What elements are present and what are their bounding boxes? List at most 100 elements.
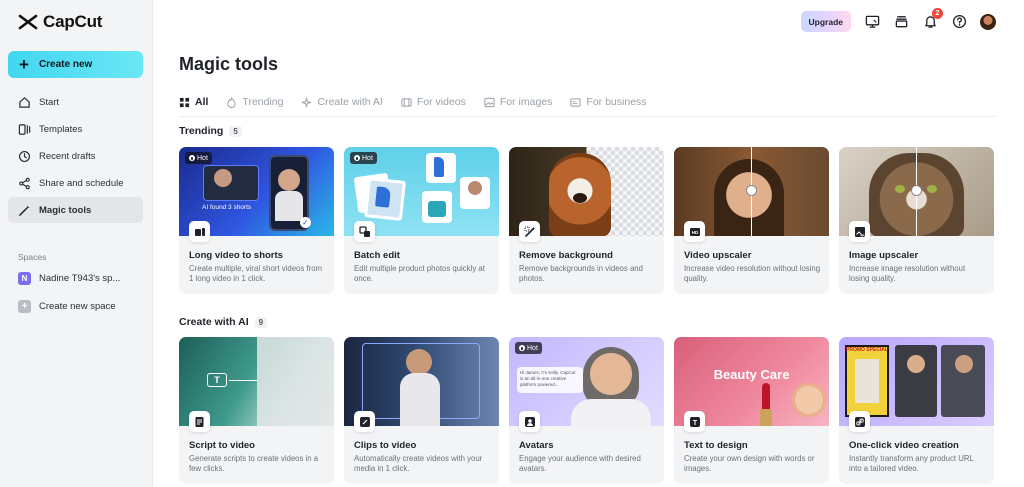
hot-label: Hot: [362, 154, 373, 162]
capcut-logo-icon: [18, 14, 38, 30]
text-cursor-icon: T: [207, 373, 227, 387]
space-label: Create new space: [39, 301, 116, 312]
script-icon: [189, 411, 210, 432]
tool-card-batch-edit[interactable]: Hot Batch edit Edit multiple product pho…: [344, 147, 499, 294]
sidebar-nav: Start Templates Recent drafts Share and …: [8, 89, 143, 224]
stack-icon[interactable]: [893, 14, 909, 30]
tool-card-one-click-video-creation[interactable]: PROMO SPECIAL One-click video creation I…: [839, 337, 994, 484]
tab-for-images[interactable]: For images: [484, 95, 552, 109]
film-icon: [401, 97, 412, 107]
brand-name: CapCut: [43, 12, 103, 31]
card-title: Remove background: [519, 250, 613, 261]
space-label: Nadine T943's sp...: [39, 273, 121, 284]
tool-card-video-upscaler[interactable]: HD Video upscaler Increase video resolut…: [674, 147, 829, 294]
image-icon: [484, 97, 495, 107]
monitor-icon[interactable]: [864, 14, 880, 30]
spaces-label: Spaces: [18, 252, 47, 262]
card-title: Text to design: [684, 440, 748, 451]
tool-card-text-to-design[interactable]: Beauty Care T Text to design Create your…: [674, 337, 829, 484]
flame-icon: [189, 155, 195, 161]
avatar-speech-bubble: Hi James, I'm Kelly. CapCut is an all-in…: [517, 367, 583, 393]
video-shorts-icon: [189, 221, 210, 242]
space-item-nadine[interactable]: N Nadine T943's sp...: [18, 272, 120, 285]
design-headline: Beauty Care: [713, 367, 790, 382]
card-description: Create multiple, viral short videos from…: [189, 264, 323, 283]
text-design-icon: T: [684, 411, 705, 432]
templates-icon: [18, 123, 31, 135]
svg-text:4K: 4K: [860, 233, 865, 237]
card-description: Engage your audience with desired avatar…: [519, 454, 641, 473]
sidebar-item-share-and-schedule[interactable]: Share and schedule: [8, 170, 143, 196]
tool-card-avatars[interactable]: Hi James, I'm Kelly. CapCut is an all-in…: [509, 337, 664, 484]
help-icon[interactable]: [951, 14, 967, 30]
sidebar-item-label: Magic tools: [39, 204, 92, 216]
flame-icon: [354, 155, 360, 161]
eraser-icon: [519, 221, 540, 242]
category-tabs: All Trending Create with AI For videos F…: [179, 95, 665, 109]
card-title: One-click video creation: [849, 440, 959, 451]
tab-label: For business: [586, 96, 647, 108]
capcut-logo[interactable]: CapCut: [18, 12, 102, 32]
sidebar-item-label: Templates: [39, 123, 83, 135]
tool-card-image-upscaler[interactable]: 4K Image upscaler Increase image resolut…: [839, 147, 994, 294]
section-title-create-with-ai: Create with AI 9: [179, 316, 268, 328]
create-new-button[interactable]: + Create new: [8, 51, 143, 78]
store-icon: [570, 97, 581, 107]
card-description: Generate scripts to create videos in a f…: [189, 454, 319, 473]
tool-card-clips-to-video[interactable]: Clips to video Automatically create vide…: [344, 337, 499, 484]
card-title: Script to video: [189, 440, 255, 451]
card-description: Create your own design with words or ima…: [684, 454, 815, 473]
flame-icon: [519, 345, 525, 351]
sidebar-item-start[interactable]: Start: [8, 89, 143, 115]
card-title: Avatars: [519, 440, 554, 451]
create-new-label: Create new: [38, 59, 93, 70]
card-description: Automatically create videos with your me…: [354, 454, 483, 473]
home-icon: [19, 96, 30, 108]
card-title: Image upscaler: [849, 250, 919, 261]
magic-wand-icon: [19, 204, 30, 216]
bell-icon[interactable]: 2: [922, 7, 943, 30]
create-with-ai-cards: T Script to video Generate scripts to cr…: [179, 337, 994, 484]
share-icon: [19, 177, 30, 189]
create-new-space-button[interactable]: + Create new space: [18, 300, 116, 313]
tab-label: For videos: [416, 96, 466, 108]
flame-icon: [227, 96, 237, 108]
grid-icon: [179, 97, 190, 107]
page-title: Magic tools: [179, 54, 279, 74]
notification-badge: 2: [932, 7, 943, 19]
tab-trending[interactable]: Trending: [226, 95, 283, 109]
tab-for-business[interactable]: For business: [570, 95, 647, 109]
avatar[interactable]: [980, 13, 996, 30]
tab-for-videos[interactable]: For videos: [401, 95, 466, 109]
hot-label: Hot: [197, 154, 208, 162]
section-title-trending: Trending 5: [179, 125, 242, 137]
tool-card-script-to-video[interactable]: T Script to video Generate scripts to cr…: [179, 337, 334, 484]
trending-cards: AI found 3 shorts ✓ Hot Long video to sh…: [179, 147, 994, 294]
tab-label: All: [195, 96, 209, 108]
tool-card-remove-background[interactable]: Remove background Remove backgrounds in …: [509, 147, 664, 294]
space-avatar: N: [18, 272, 31, 285]
sidebar-item-magic-tools[interactable]: Magic tools: [8, 197, 143, 223]
section-title-text: Trending: [179, 125, 224, 137]
tab-all[interactable]: All: [179, 95, 208, 109]
svg-text:HD: HD: [691, 230, 698, 235]
check-icon: ✓: [300, 217, 311, 228]
batch-edit-icon: [354, 221, 375, 242]
card-description: Instantly transform any product URL into…: [849, 454, 974, 473]
hot-badge: Hot: [350, 152, 377, 164]
section-count: 5: [229, 125, 242, 137]
section-count: 9: [254, 316, 268, 328]
upgrade-button[interactable]: Upgrade: [800, 11, 851, 32]
section-title-text: Create with AI: [179, 316, 249, 328]
tool-card-long-video-to-shorts[interactable]: AI found 3 shorts ✓ Hot Long video to sh…: [179, 147, 334, 294]
sidebar-item-recent-drafts[interactable]: Recent drafts: [8, 143, 143, 169]
hot-label: Hot: [527, 344, 538, 352]
svg-text:T: T: [692, 419, 697, 426]
sidebar-item-label: Start: [39, 96, 60, 108]
hot-badge: Hot: [515, 342, 542, 354]
sidebar-item-label: Recent drafts: [39, 150, 96, 162]
sidebar-item-templates[interactable]: Templates: [8, 116, 143, 142]
tab-create-with-ai[interactable]: Create with AI: [301, 95, 383, 109]
promo-label: PROMO SPECIAL: [846, 347, 888, 353]
card-description: Edit multiple product photos quickly at …: [354, 264, 485, 283]
